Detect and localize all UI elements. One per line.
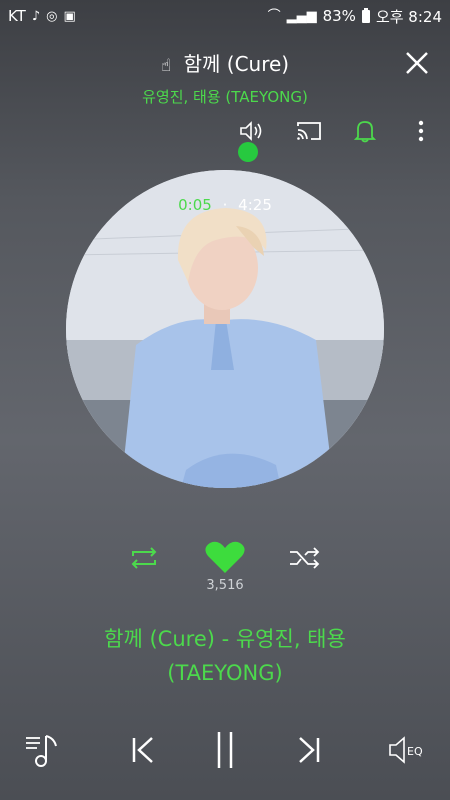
pause-button[interactable]: [210, 728, 240, 772]
eq-icon: EQ: [389, 736, 423, 764]
eq-button[interactable]: EQ: [388, 728, 428, 772]
cast-icon: [297, 122, 321, 140]
like-button[interactable]: [204, 541, 246, 579]
svg-text:EQ: EQ: [407, 745, 423, 758]
speaker-icon: [240, 121, 262, 141]
playlist-button[interactable]: [24, 728, 64, 772]
time-separator: ·: [222, 196, 228, 214]
instagram-icon: ◎: [46, 8, 58, 24]
next-button[interactable]: [294, 728, 324, 772]
song-title: 함께 (Cure): [183, 52, 290, 76]
song-title-row: ☝ 함께 (Cure): [0, 48, 450, 77]
carrier-label: KT: [8, 7, 26, 25]
next-icon: [299, 737, 320, 763]
album-art-illustration: [66, 170, 384, 488]
current-time: 0:05: [178, 196, 212, 214]
previous-button[interactable]: [128, 728, 158, 772]
status-left: KT ♪ ◎ ▣: [8, 7, 76, 25]
battery-icon: [361, 7, 370, 23]
status-right: ⌒ ▂▄▆ 83% 오후 8:24: [268, 6, 442, 27]
album-art-image: [66, 170, 384, 488]
total-time: 4:25: [238, 196, 272, 214]
pause-icon: [217, 732, 233, 768]
more-vert-icon: [418, 120, 424, 142]
signal-icon: ▂▄▆: [286, 8, 317, 24]
alarm-button[interactable]: [350, 118, 380, 144]
song-info-line-1: 함께 (Cure) - 유영진, 태용: [104, 627, 346, 651]
music-notification-icon: ♪: [31, 8, 41, 24]
shuffle-icon: [290, 547, 320, 569]
time-display: 0:05 · 4:25: [0, 196, 450, 214]
song-info-text: 함께 (Cure) - 유영진, 태용 (TAEYONG): [40, 622, 410, 690]
shuffle-button[interactable]: [288, 546, 322, 574]
repeat-button[interactable]: [127, 546, 161, 574]
tools-row: [238, 118, 436, 144]
song-info-line-2: (TAEYONG): [167, 661, 283, 685]
status-bar: KT ♪ ◎ ▣ ⌒ ▂▄▆ 83% 오후 8:24: [0, 0, 450, 32]
cast-button[interactable]: [294, 118, 324, 144]
close-button[interactable]: [402, 48, 432, 78]
like-count: 3,516: [206, 578, 244, 593]
previous-icon: [132, 737, 153, 763]
wifi-icon: ⌒: [267, 8, 281, 24]
battery-percent: 83%: [322, 7, 356, 25]
repeat-icon: [131, 547, 157, 569]
album-art: [66, 170, 384, 488]
bell-icon: [354, 121, 376, 143]
progress-knob[interactable]: [238, 142, 258, 162]
playback-controls: EQ: [0, 728, 450, 778]
notification-icon: ▣: [63, 8, 76, 24]
more-options-button[interactable]: [406, 118, 436, 144]
playlist-icon: [26, 735, 57, 767]
artist-name[interactable]: 유영진, 태용 (TAEYONG): [0, 86, 450, 107]
clock: 오후 8:24: [375, 7, 442, 26]
close-icon: [406, 52, 428, 74]
heart-icon: [205, 541, 245, 573]
speaker-button[interactable]: [238, 118, 268, 144]
gesture-icon: ☝: [160, 56, 172, 76]
